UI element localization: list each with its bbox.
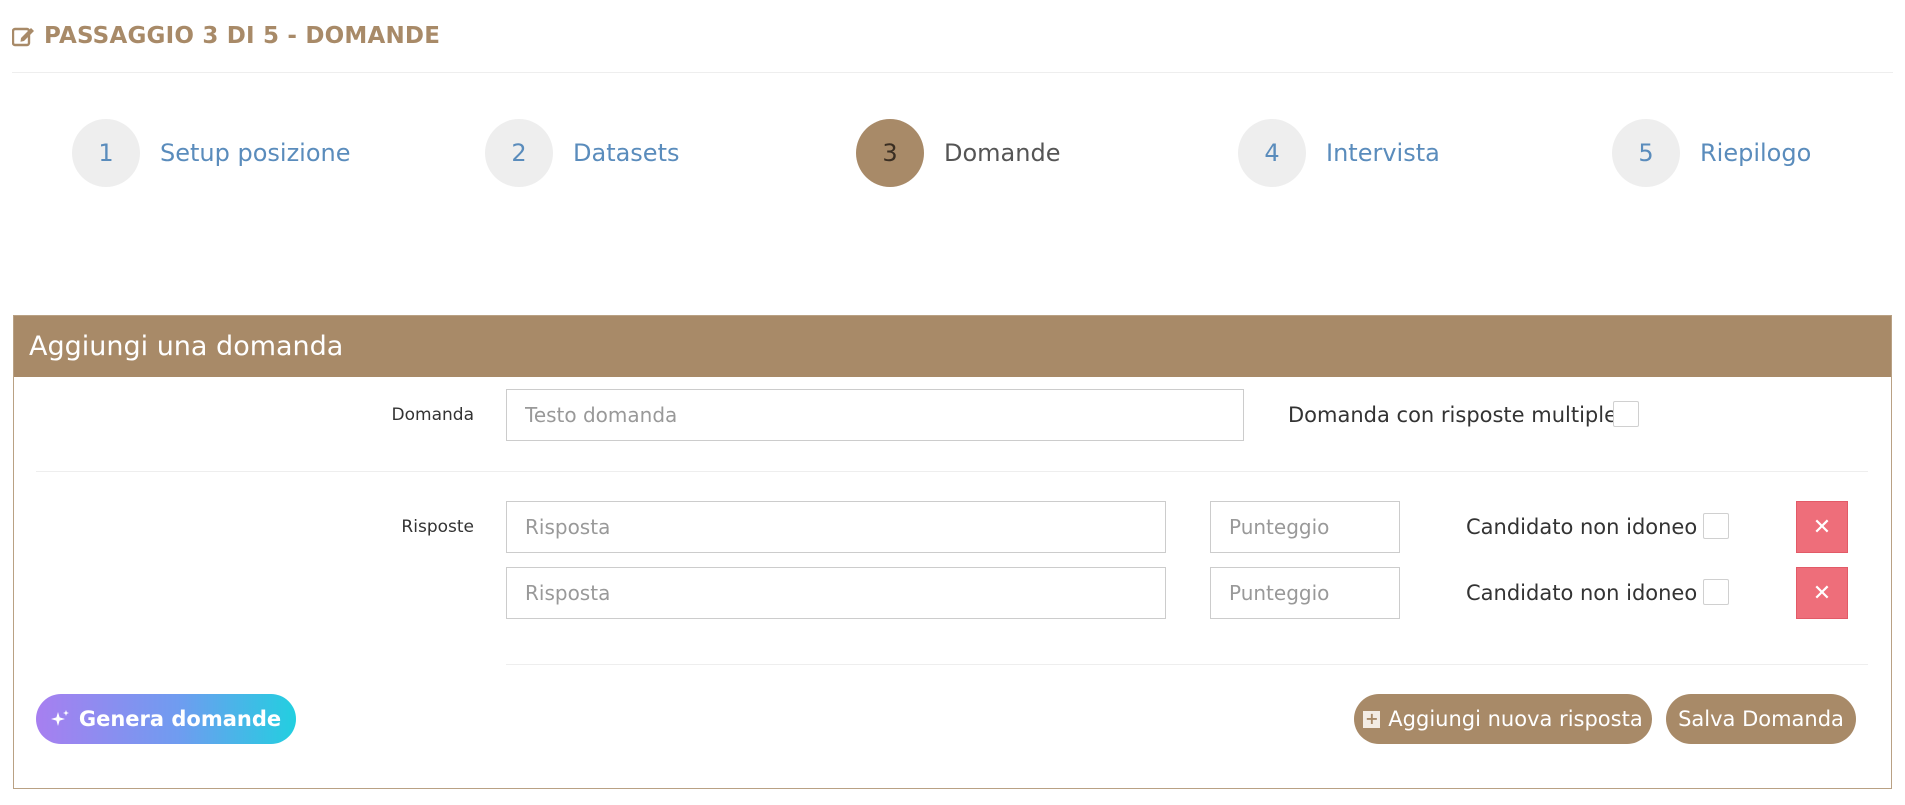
sparkles-icon	[50, 710, 69, 726]
step-number: 1	[72, 119, 140, 187]
step-datasets[interactable]: 2 Datasets	[485, 118, 680, 188]
plus-square-icon: +	[1363, 709, 1381, 728]
edit-icon	[12, 27, 34, 47]
unfit-candidate-label: Candidato non idoneo	[1466, 515, 1698, 539]
add-question-panel: Aggiungi una domanda Domanda Domanda con…	[13, 315, 1892, 789]
question-input[interactable]	[506, 389, 1244, 441]
page-title: PASSAGGIO 3 DI 5 - DOMANDE	[44, 23, 441, 49]
step-riepilogo[interactable]: 5 Riepilogo	[1612, 118, 1811, 188]
multiple-answers-checkbox[interactable]	[1613, 401, 1639, 427]
generate-questions-label: Genera domande	[78, 707, 282, 731]
unfit-candidate-label: Candidato non idoneo	[1466, 581, 1698, 605]
multiple-answers-label: Domanda con risposte multiple	[1288, 403, 1618, 427]
question-label: Domanda	[391, 405, 474, 425]
divider	[506, 664, 1868, 665]
step-label: Domande	[944, 139, 1061, 167]
panel-title: Aggiungi una domanda	[29, 331, 344, 362]
step-setup-posizione[interactable]: 1 Setup posizione	[72, 118, 351, 188]
delete-answer-button[interactable]: ✕	[1796, 567, 1848, 619]
score-input[interactable]	[1210, 501, 1400, 553]
close-icon: ✕	[1812, 514, 1832, 540]
header-divider	[12, 72, 1893, 73]
step-intervista[interactable]: 4 Intervista	[1238, 118, 1440, 188]
step-label: Setup posizione	[160, 139, 351, 167]
step-label: Datasets	[573, 139, 680, 167]
save-question-button[interactable]: Salva Domanda	[1666, 694, 1856, 744]
step-label: Riepilogo	[1700, 139, 1812, 167]
save-question-label: Salva Domanda	[1678, 707, 1844, 731]
delete-answer-button[interactable]: ✕	[1796, 501, 1848, 553]
score-input[interactable]	[1210, 567, 1400, 619]
generate-questions-button[interactable]: Genera domande	[36, 694, 296, 744]
page-header: PASSAGGIO 3 DI 5 - DOMANDE	[12, 14, 440, 58]
close-icon: ✕	[1812, 580, 1832, 606]
add-answer-button[interactable]: + Aggiungi nuova risposta	[1354, 694, 1652, 744]
divider	[36, 471, 1868, 472]
answer-input[interactable]	[506, 501, 1166, 553]
answer-input[interactable]	[506, 567, 1166, 619]
step-number: 3	[856, 119, 924, 187]
add-answer-label: Aggiungi nuova risposta	[1388, 707, 1643, 731]
step-number: 5	[1612, 119, 1680, 187]
step-label: Intervista	[1326, 139, 1440, 167]
step-number: 2	[485, 119, 553, 187]
unfit-candidate-checkbox[interactable]	[1703, 513, 1729, 539]
answers-label: Risposte	[401, 517, 474, 537]
step-domande[interactable]: 3 Domande	[856, 118, 1060, 188]
panel-header: Aggiungi una domanda	[14, 316, 1891, 377]
unfit-candidate-checkbox[interactable]	[1703, 579, 1729, 605]
step-number: 4	[1238, 119, 1306, 187]
wizard-steps: 1 Setup posizione 2 Datasets 3 Domande 4…	[0, 118, 1905, 188]
